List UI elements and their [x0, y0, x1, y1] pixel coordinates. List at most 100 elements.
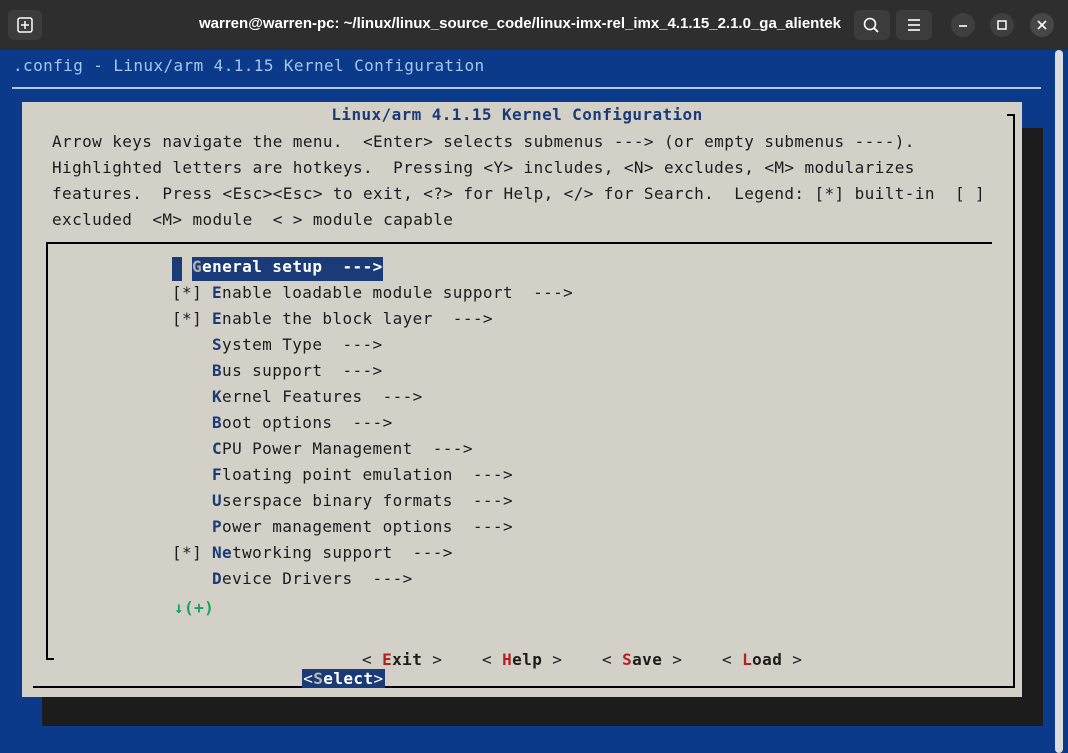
maximize-button[interactable] [990, 13, 1014, 37]
selection-marker [172, 257, 182, 281]
frame-bottom [33, 686, 1015, 688]
more-items-indicator: ↓(+) [174, 598, 215, 617]
menu-item-label: oot options ---> [222, 413, 393, 432]
hotkey: B [212, 361, 223, 380]
menu-button[interactable] [896, 10, 932, 40]
hotkey: G [192, 257, 203, 276]
menu-item-label: nable the block layer ---> [222, 309, 493, 328]
menu-item-label: ernel Features ---> [222, 387, 423, 406]
menu-item-label: tworking support ---> [232, 543, 453, 562]
minimize-button[interactable] [951, 13, 975, 37]
menu-item-kernel-features[interactable]: Kernel Features ---> [172, 387, 423, 409]
window-title: warren@warren-pc: ~/linux/linux_source_c… [199, 15, 841, 32]
hotkey: P [212, 517, 223, 536]
save-button[interactable]: < Save > [602, 650, 682, 669]
load-button[interactable]: < Load > [722, 650, 802, 669]
hotkey: E [212, 309, 223, 328]
menu-item-label: serspace binary formats ---> [222, 491, 513, 510]
menu-item-label: PU Power Management ---> [222, 439, 473, 458]
close-button[interactable] [1030, 13, 1054, 37]
button-bracket: < [722, 650, 743, 669]
menu-item-label: ystem Type ---> [222, 335, 383, 354]
item-state: [*] [172, 309, 203, 328]
button-label: xit [392, 650, 423, 669]
maximize-icon [997, 20, 1007, 30]
hotkey: F [212, 465, 223, 484]
button-bracket: > [422, 650, 443, 669]
button-bracket: > [542, 650, 563, 669]
menu-item-label: us support ---> [222, 361, 383, 380]
menu-item-loadable-modules[interactable]: [*] Enable loadable module support ---> [172, 283, 573, 305]
menu-item-label: eneral setup ---> [202, 257, 383, 276]
menu-item-floating-point[interactable]: Floating point emulation ---> [172, 465, 513, 487]
menu-box-bottom-left [46, 658, 54, 660]
menu-box-left [46, 242, 48, 660]
hotkey: S [212, 335, 223, 354]
hotkey: D [212, 569, 223, 588]
menu-item-block-layer[interactable]: [*] Enable the block layer ---> [172, 309, 493, 331]
dialog-shadow-right [1022, 128, 1043, 726]
menu-item-cpu-power[interactable]: CPU Power Management ---> [172, 439, 473, 461]
button-bracket: > [373, 669, 384, 688]
menu-item-selected[interactable]: General setup ---> [192, 257, 383, 281]
button-label: elp [512, 650, 543, 669]
minimize-icon [959, 25, 967, 27]
hotkey: K [212, 387, 223, 406]
help-line-2: Highlighted letters are hotkeys. Pressin… [52, 158, 915, 177]
button-bracket: < [482, 650, 503, 669]
config-title-rule [12, 87, 1041, 89]
button-bracket: < [303, 669, 314, 688]
hotkey: C [212, 439, 223, 458]
button-bracket: < [602, 650, 623, 669]
terminal-scrollbar[interactable] [1055, 50, 1063, 753]
menu-box-top [46, 242, 992, 244]
menu-item-label: ower management options ---> [222, 517, 513, 536]
button-bracket: < [362, 650, 383, 669]
menu-item-networking[interactable]: [*] Networking support ---> [172, 543, 453, 565]
button-label: elect [323, 669, 374, 688]
button-label: ave [632, 650, 663, 669]
hotkey: S [622, 650, 633, 669]
menu-item-label: evice Drivers ---> [222, 569, 413, 588]
hotkey: Ne [212, 543, 233, 562]
terminal-area[interactable]: .config - Linux/arm 4.1.15 Kernel Config… [0, 50, 1068, 753]
hotkey: H [502, 650, 513, 669]
menu-item-userspace-binary[interactable]: Userspace binary formats ---> [172, 491, 513, 513]
window-titlebar: warren@warren-pc: ~/linux/linux_source_c… [0, 0, 1068, 50]
menu-item-label: loating point emulation ---> [222, 465, 513, 484]
hotkey: B [212, 413, 223, 432]
menu-item-power-management[interactable]: Power management options ---> [172, 517, 513, 539]
search-button[interactable] [854, 10, 890, 40]
hotkey: L [742, 650, 753, 669]
hotkey: U [212, 491, 223, 510]
item-state: [*] [172, 543, 203, 562]
menu-item-system-type[interactable]: System Type ---> [172, 335, 383, 357]
help-button[interactable]: < Help > [482, 650, 562, 669]
button-label: oad [752, 650, 783, 669]
hotkey: E [382, 650, 393, 669]
menu-item-label: nable loadable module support ---> [222, 283, 574, 302]
config-title: .config - Linux/arm 4.1.15 Kernel Config… [13, 56, 485, 75]
menuconfig-dialog: Linux/arm 4.1.15 Kernel Configuration Ar… [22, 102, 1022, 697]
button-bracket: > [782, 650, 803, 669]
hamburger-menu-icon [908, 19, 920, 31]
dialog-shadow-bottom [42, 697, 1043, 726]
item-state: [*] [172, 283, 203, 302]
search-icon [863, 17, 879, 33]
new-tab-icon [17, 17, 33, 33]
new-tab-button[interactable] [8, 10, 42, 40]
menu-item-device-drivers[interactable]: Device Drivers ---> [172, 569, 413, 591]
frame-right-lower [1013, 634, 1015, 688]
menu-item-general-setup[interactable]: General setup ---> [172, 257, 383, 281]
close-icon [1037, 20, 1047, 30]
menu-item-boot-options[interactable]: Boot options ---> [172, 413, 393, 435]
hotkey: E [212, 283, 223, 302]
dialog-title: Linux/arm 4.1.15 Kernel Configuration [331, 105, 703, 124]
exit-button[interactable]: < Exit > [362, 650, 442, 669]
help-line-1: Arrow keys navigate the menu. <Enter> se… [52, 132, 915, 151]
help-line-4: excluded <M> module < > module capable [52, 210, 454, 229]
menu-item-bus-support[interactable]: Bus support ---> [172, 361, 383, 383]
button-bracket: > [662, 650, 683, 669]
help-line-3: features. Press <Esc><Esc> to exit, <?> … [52, 184, 986, 203]
frame-right [1013, 114, 1015, 634]
